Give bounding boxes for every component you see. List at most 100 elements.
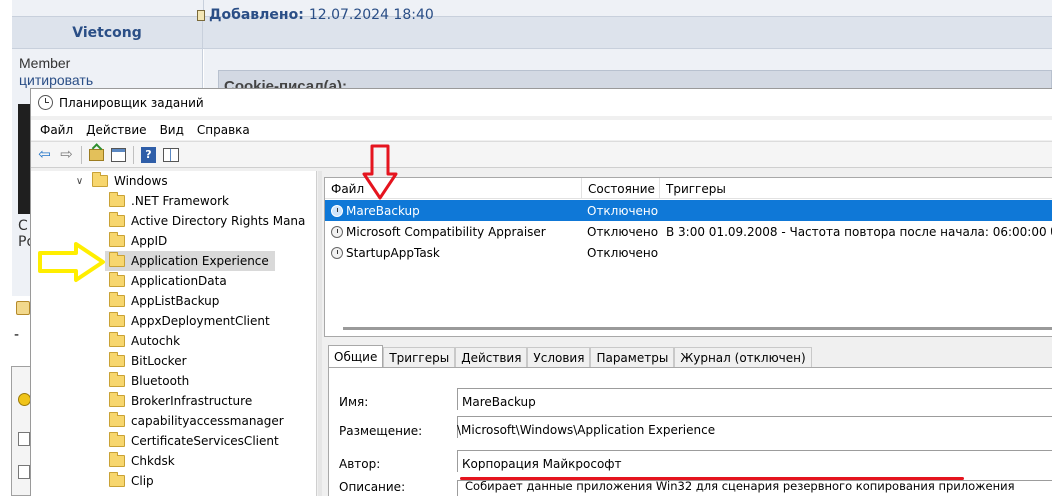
tree-item[interactable]: AppxDeploymentClient bbox=[109, 311, 270, 331]
console-tree-icon bbox=[111, 147, 126, 162]
checkbox-icon[interactable] bbox=[18, 465, 30, 479]
tree-item-label: Application Experience bbox=[131, 254, 269, 268]
folder-icon bbox=[109, 452, 125, 467]
details-tab[interactable]: Триггеры bbox=[383, 347, 456, 367]
tree-item-label: Chkdsk bbox=[131, 454, 175, 468]
help-button[interactable]: ? bbox=[139, 145, 158, 164]
tree-item-label: AppID bbox=[131, 234, 168, 248]
author-label: Автор: bbox=[339, 457, 381, 471]
menu-file[interactable]: Файл bbox=[40, 123, 73, 137]
right-arrow-icon bbox=[38, 242, 105, 282]
task-name: StartupAppTask bbox=[346, 245, 440, 260]
task-row[interactable]: Microsoft Compatibility Appraiser Отключе… bbox=[325, 221, 1052, 242]
folder-icon bbox=[109, 212, 125, 227]
details-tab[interactable]: Параметры bbox=[590, 347, 675, 367]
tree-item[interactable]: ∨ Windows bbox=[75, 171, 168, 191]
author-cell: Vietcong bbox=[12, 17, 203, 48]
help-icon: ? bbox=[141, 146, 156, 163]
folder-up-icon bbox=[89, 148, 104, 161]
tree-item-label: BitLocker bbox=[131, 354, 187, 368]
action-pane-button[interactable] bbox=[161, 145, 180, 164]
toolbar-separator bbox=[133, 145, 134, 164]
action-pane-icon bbox=[162, 147, 179, 162]
folder-icon bbox=[109, 192, 125, 207]
task-state: Отключено bbox=[587, 224, 659, 239]
edit-icon[interactable] bbox=[16, 301, 30, 315]
details-tab[interactable]: Условия bbox=[527, 347, 591, 367]
tree-item[interactable]: BitLocker bbox=[109, 351, 187, 371]
folder-icon bbox=[109, 232, 125, 247]
down-arrow-icon bbox=[362, 144, 398, 200]
location-value: \Microsoft\Windows\Application Experienc… bbox=[457, 423, 716, 437]
checkbox-icon[interactable] bbox=[18, 432, 30, 446]
clock-icon bbox=[38, 95, 53, 110]
tree-item-label: CertificateServicesClient bbox=[131, 434, 279, 448]
tree-item[interactable]: Chkdsk bbox=[109, 451, 175, 471]
task-state: Отключено bbox=[587, 203, 659, 218]
forward-arrow-icon[interactable]: ⇨ bbox=[57, 145, 76, 164]
details-tab[interactable]: Общие bbox=[328, 345, 384, 367]
tree-item[interactable]: BrokerInfrastructure bbox=[109, 391, 252, 411]
name-value: MareBackup bbox=[462, 395, 536, 409]
post-icon bbox=[197, 9, 205, 21]
window-title: Планировщик заданий bbox=[59, 95, 204, 110]
details-tab[interactable]: Действия bbox=[455, 347, 528, 367]
forum-post-header: Vietcong bbox=[12, 17, 1052, 49]
location-label: Размещение: bbox=[339, 424, 423, 438]
toolbar-separator bbox=[81, 145, 82, 164]
folder-icon bbox=[109, 312, 125, 327]
tree-item[interactable]: Application Experience bbox=[105, 251, 275, 271]
folder-icon bbox=[109, 392, 125, 407]
folder-icon bbox=[109, 372, 125, 387]
folder-icon bbox=[109, 352, 125, 367]
task-row[interactable]: StartupAppTask Отключено bbox=[325, 242, 1052, 263]
posted-date: 12.07.2024 18:40 bbox=[308, 7, 434, 23]
task-clock-icon bbox=[331, 225, 343, 238]
show-hide-tree-button[interactable] bbox=[109, 145, 128, 164]
tree-item[interactable]: ApplicationData bbox=[109, 271, 227, 291]
task-row[interactable]: MareBackup Отключено bbox=[325, 200, 1052, 221]
tree-item-label: .NET Framework bbox=[131, 194, 229, 208]
title-bar[interactable]: Планировщик заданий bbox=[31, 89, 1052, 116]
tree-item[interactable]: CertificateServicesClient bbox=[109, 431, 279, 451]
tree-item[interactable]: capabilityaccessmanager bbox=[109, 411, 284, 431]
folder-tree[interactable]: ∨ Windows .NET Framework Active Directory R… bbox=[31, 171, 317, 496]
column-header-state[interactable]: Состояние bbox=[582, 178, 660, 199]
tree-item[interactable]: Bluetooth bbox=[109, 371, 189, 391]
tree-item[interactable]: Clip bbox=[109, 471, 154, 491]
menu-view[interactable]: Вид bbox=[160, 123, 184, 137]
task-list-header: Файл Состояние Триггеры bbox=[325, 178, 1052, 199]
name-field[interactable] bbox=[457, 388, 1052, 410]
task-clock-icon bbox=[331, 204, 343, 217]
folder-icon bbox=[109, 332, 125, 347]
folder-icon bbox=[109, 292, 125, 307]
column-header-triggers[interactable]: Триггеры bbox=[660, 178, 1052, 199]
tree-item[interactable]: AppListBackup bbox=[109, 291, 219, 311]
details-tab[interactable]: Журнал (отключен) bbox=[674, 347, 812, 367]
folder-icon bbox=[92, 172, 108, 187]
menu-help[interactable]: Справка bbox=[197, 123, 250, 137]
description-label: Описание: bbox=[339, 480, 406, 494]
folder-icon bbox=[109, 252, 125, 267]
back-arrow-icon[interactable]: ⇦ bbox=[35, 145, 54, 164]
tree-item-label: Bluetooth bbox=[131, 374, 190, 388]
tree-item-label: ApplicationData bbox=[131, 274, 227, 288]
task-name: Microsoft Compatibility Appraiser bbox=[346, 224, 546, 239]
chevron-down-icon[interactable]: ∨ bbox=[75, 176, 84, 187]
author-name[interactable]: Vietcong bbox=[72, 25, 141, 41]
description-value: Собирает данные приложения Win32 для сце… bbox=[465, 479, 1015, 493]
folder-icon bbox=[109, 272, 125, 287]
tree-item[interactable]: Active Directory Rights Mana bbox=[109, 211, 305, 231]
horizontal-scrollbar[interactable] bbox=[343, 327, 1052, 330]
tree-item[interactable]: .NET Framework bbox=[109, 191, 229, 211]
task-clock-icon bbox=[331, 246, 343, 259]
avatar bbox=[18, 104, 30, 214]
tree-item[interactable]: Autochk bbox=[109, 331, 180, 351]
details-tabs: Общие Триггеры Действия Условия Параметры Жур… bbox=[328, 345, 812, 367]
tree-scrollbar[interactable] bbox=[318, 171, 322, 496]
task-name-cell: MareBackup bbox=[331, 200, 581, 221]
tree-item[interactable]: AppID bbox=[109, 231, 167, 251]
quote-link[interactable]: цитировать bbox=[19, 72, 93, 88]
menu-action[interactable]: Действие bbox=[86, 123, 146, 137]
up-folder-button[interactable] bbox=[87, 145, 106, 164]
